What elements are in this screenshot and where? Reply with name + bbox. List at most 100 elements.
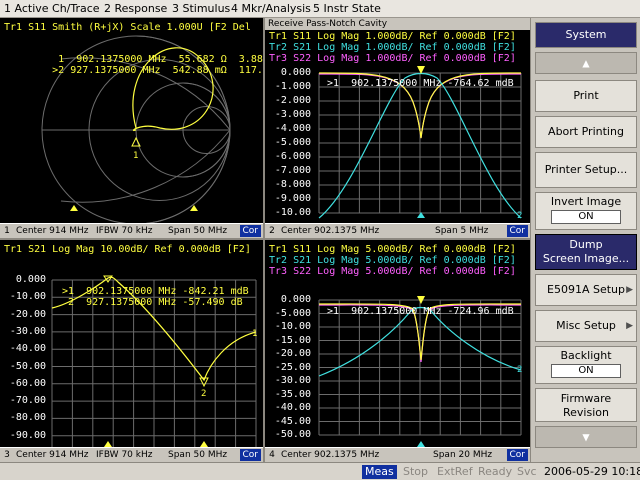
span: Span 5 MHz — [435, 226, 489, 236]
y-tick-label: -30.00 — [274, 375, 311, 386]
e5091a-setup-label: E5091A Setup — [547, 283, 625, 296]
firmware-revision-button[interactable]: Firmware Revision — [535, 388, 637, 422]
marker-row-1: >1 902.1375000 MHz -842.21 mdB — [62, 286, 249, 297]
firmware-line-2: Revision — [563, 406, 609, 419]
e5091a-setup-button[interactable]: E5091A Setup ▶ — [535, 274, 637, 306]
center-freq: Center 902.1375 MHz — [281, 450, 380, 460]
trace-1-label[interactable]: Tr1 S11 Smith (R+jX) Scale 1.000U [F2 De… — [4, 22, 251, 33]
printer-setup-button[interactable]: Printer Setup... — [535, 152, 637, 188]
y-tick-label: 0.000 — [280, 294, 311, 305]
y-tick-label: -50.00 — [274, 429, 311, 440]
y-tick-label: -5.000 — [274, 137, 311, 148]
cor-badge: Cor — [506, 449, 528, 461]
misc-setup-label: Misc Setup — [556, 319, 616, 332]
marker-1-pointer — [103, 275, 113, 283]
y-tick-label: -35.00 — [274, 388, 311, 400]
scroll-up-button[interactable]: ▲ — [535, 52, 637, 74]
channel-1-smith-panel[interactable]: 1 Tr1 S11 Smith (R+jX) Scale 1.000U [F2 … — [0, 18, 263, 238]
ifbw: IFBW 70 kHz — [96, 226, 153, 236]
invert-image-label: Invert Image — [550, 195, 622, 208]
marker-1: 1 — [131, 136, 141, 161]
channel-3-status: 3 Center 914 MHz IFBW 70 kHz Span 50 MHz… — [0, 447, 263, 462]
status-ready: Ready — [478, 465, 513, 478]
dump-line-1: Dump — [569, 238, 603, 251]
span: Span 50 MHz — [168, 226, 228, 236]
menu-mkr-analysis[interactable]: 4 Mkr/Analysis — [231, 2, 311, 15]
channel-3-panel[interactable]: Tr1 S21 Log Mag 10.00dB/ Ref 0.000dB [F2… — [0, 240, 263, 462]
y-tick-label: -4.000 — [274, 123, 311, 134]
marker-row-2: >2 927.1375000 MHz 542.88 mΩ 117.35 — [16, 54, 263, 87]
backlight-button[interactable]: Backlight ON — [535, 346, 637, 384]
cor-badge: Cor — [239, 449, 261, 461]
y-tick-label: -45.00 — [274, 415, 311, 427]
menu-stimulus[interactable]: 3 Stimulus — [172, 2, 230, 15]
submenu-arrow-icon: ▶ — [626, 285, 633, 295]
ifbw: IFBW 70 kHz — [96, 450, 153, 460]
y-tick-label: -8.000 — [274, 179, 311, 190]
menu-instr-state[interactable]: 5 Instr State — [313, 2, 381, 15]
y-tick-label: -20.00 — [274, 348, 311, 359]
marker-row-2: 2 927.1375000 MHz -57.490 dB — [62, 297, 243, 308]
y-tick-label: -70.00 — [9, 395, 46, 407]
firmware-line-1: Firmware — [560, 392, 612, 405]
span: Span 50 MHz — [168, 450, 228, 460]
abort-printing-button[interactable]: Abort Printing — [535, 116, 637, 148]
marker-2-label: 2 — [517, 365, 522, 375]
marker-freq: 927.1375000 MHz — [70, 65, 161, 76]
backlight-label: Backlight — [560, 349, 612, 362]
y-tick-label: -1.000 — [274, 81, 311, 92]
invert-image-value: ON — [551, 210, 621, 224]
status-meas: Meas — [362, 465, 397, 479]
active-marker-readout: >1 902.1375000 MHz -724.96 mdB — [327, 306, 514, 317]
y-tick-label: -5.000 — [274, 307, 311, 319]
softkey-title: System — [535, 22, 637, 48]
submenu-arrow-icon: ▶ — [626, 321, 633, 331]
channel-2-panel[interactable]: Receive Pass-Notch Cavity Tr1 S11 Log Ma… — [265, 18, 530, 238]
cor-badge: Cor — [239, 225, 261, 237]
y-tick-label: -9.000 — [274, 193, 311, 204]
channel-4-panel[interactable]: Tr1 S11 Log Mag 5.000dB/ Ref 0.000dB [F2… — [265, 240, 530, 462]
y-tick-label: -60.00 — [9, 377, 46, 389]
backlight-value: ON — [551, 364, 621, 378]
active-marker-readout: >1 902.1375000 MHz -764.62 mdB — [327, 78, 514, 89]
center-freq: Center 914 MHz — [16, 226, 89, 236]
center-freq: Center 902.1375 MHz — [281, 226, 380, 236]
channel-number: 4 — [269, 450, 275, 460]
misc-setup-button[interactable]: Misc Setup ▶ — [535, 310, 637, 342]
svg-text:1: 1 — [133, 151, 138, 161]
y-tick-label: -10.00 — [274, 207, 311, 218]
y-tick-label: -80.00 — [9, 412, 46, 424]
marker-2-label: 2 — [201, 389, 206, 399]
y-tick-label: -10.00 — [274, 321, 311, 332]
channel-number: 1 — [4, 226, 10, 236]
trace-end-label: 1 — [252, 329, 257, 339]
marker-2-label: 2 — [517, 211, 522, 221]
channel-number: 3 — [4, 450, 10, 460]
invert-image-button[interactable]: Invert Image ON — [535, 192, 637, 230]
channel-2-status: 2 Center 902.1375 MHz Span 5 MHz Cor — [265, 223, 530, 238]
menu-active-ch-trace[interactable]: 1 Active Ch/Trace — [4, 2, 100, 15]
print-button[interactable]: Print — [535, 80, 637, 112]
y-tick-label: -15.00 — [274, 334, 311, 346]
cor-badge: Cor — [506, 225, 528, 237]
dump-line-2: Screen Image... — [542, 252, 630, 265]
menu-response[interactable]: 2 Response — [104, 2, 167, 15]
softkey-menu: System ▲ Print Abort Printing Printer Se… — [530, 18, 640, 462]
dump-screen-image-button[interactable]: Dump Screen Image... — [535, 234, 637, 270]
status-extref: ExtRef — [437, 465, 473, 478]
y-tick-label: -90.00 — [9, 429, 46, 441]
scroll-down-button[interactable]: ▼ — [535, 426, 637, 448]
span: Span 20 MHz — [433, 450, 493, 460]
marker-x: 117.35 — [238, 65, 263, 76]
status-svc: Svc — [517, 465, 537, 478]
channel-1-status: 1 Center 914 MHz IFBW 70 kHz Span 50 MHz… — [0, 223, 263, 238]
y-tick-label: -3.000 — [274, 109, 311, 120]
marker-triangle-1 — [70, 205, 78, 211]
y-tick-label: 0.000 — [15, 274, 46, 285]
marker-r: 542.88 mΩ — [172, 65, 227, 76]
channel-4-status: 4 Center 902.1375 MHz Span 20 MHz Cor — [265, 447, 530, 462]
status-stop: Stop — [403, 465, 429, 478]
y-tick-label: -6.000 — [274, 151, 311, 162]
channel-panels: 1 Tr1 S11 Smith (R+jX) Scale 1.000U [F2 … — [0, 18, 530, 462]
menu-bar: 1 Active Ch/Trace 2 Response 3 Stimulus … — [0, 0, 640, 18]
